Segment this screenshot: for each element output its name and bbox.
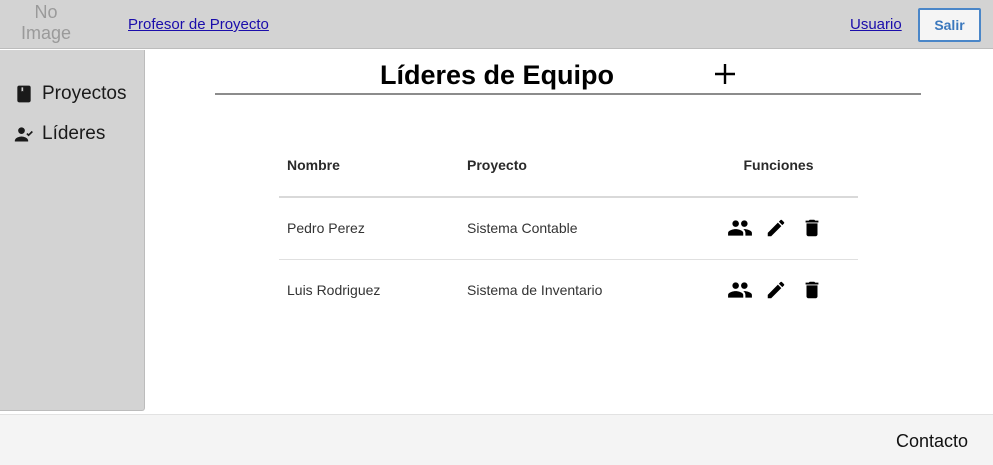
cell-proyecto: Sistema de Inventario [467,282,603,299]
sidebar-item-label: Líderes [42,123,106,144]
table-row: Luis Rodriguez Sistema de Inventario [279,259,858,321]
role-link[interactable]: Profesor de Proyecto [128,16,269,33]
logo-text-line1: No [34,2,58,22]
table-row: Pedro Perez Sistema Contable [279,197,858,260]
plus-icon [715,64,735,84]
sidebar-item-lideres[interactable]: Líderes [14,122,105,146]
footer: Contacto [0,414,993,465]
leaders-table: Nombre Proyecto Funciones Pedro Perez Si… [279,134,858,321]
header-funciones: Funciones [699,134,858,198]
table-header-row: Nombre Proyecto Funciones [279,134,858,198]
trash-icon[interactable] [799,277,825,303]
person-check-icon [14,127,33,142]
cell-actions [699,259,858,321]
contact-link[interactable]: Contacto [896,431,968,452]
pencil-icon[interactable] [763,215,789,241]
user-link[interactable]: Usuario [850,16,902,33]
add-leader-button[interactable] [712,61,738,87]
cell-nombre: Pedro Perez [279,197,459,260]
trash-icon[interactable] [799,215,825,241]
group-icon[interactable] [727,215,753,241]
cell-nombre: Luis Rodriguez [287,282,381,299]
logout-button[interactable]: Salir [918,8,981,42]
book-icon [17,85,31,103]
pencil-icon[interactable] [763,277,789,303]
cell-proyecto: Sistema Contable [459,197,699,260]
cell-actions [699,197,858,260]
group-icon[interactable] [727,277,753,303]
header-proyecto: Proyecto [459,134,699,198]
sidebar: Proyectos Líderes [0,50,145,411]
sidebar-item-proyectos[interactable]: Proyectos [14,82,126,106]
header-nombre: Nombre [279,134,459,198]
logo-placeholder: No Image [8,2,84,46]
logo-text-line2: Image [20,23,72,43]
page-title: Líderes de Equipo [380,60,615,90]
sidebar-item-label: Proyectos [42,83,127,104]
top-bar: No Image Profesor de Proyecto Usuario Sa… [0,0,993,49]
page-header: Líderes de Equipo [215,56,921,95]
